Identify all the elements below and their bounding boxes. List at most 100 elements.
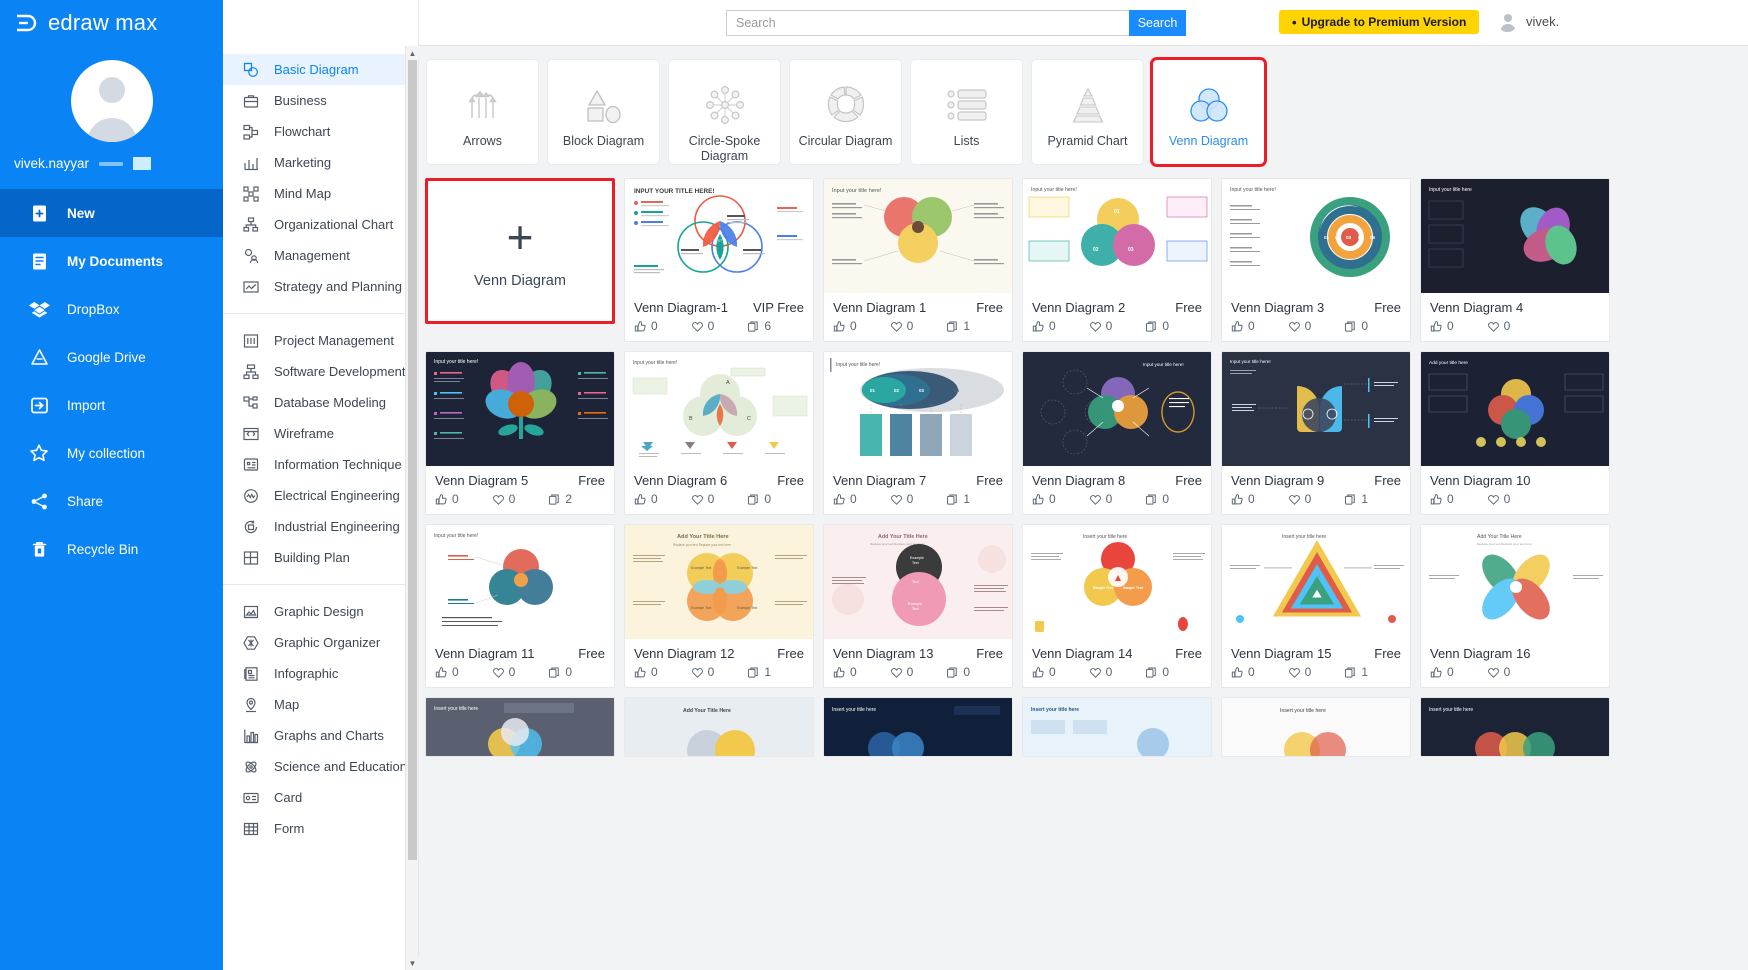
upgrade-premium-button[interactable]: • Upgrade to Premium Version — [1279, 10, 1480, 34]
type-card-pyramid-chart[interactable]: Pyramid Chart — [1032, 60, 1143, 164]
template-card[interactable]: Input your title here Venn Diagram 4 0 0 — [1420, 178, 1610, 342]
like-stat[interactable]: 0 — [634, 319, 691, 333]
template-card[interactable]: Input your title here! — [624, 351, 814, 515]
category-item-basic-diagram[interactable]: Basic Diagram — [223, 54, 418, 85]
template-card[interactable]: Insert your title here — [1420, 697, 1610, 757]
template-card[interactable]: Insert your title here Sample Text Sampl… — [1022, 524, 1212, 688]
favorite-stat[interactable]: 0 — [492, 492, 549, 506]
like-stat[interactable]: 0 — [634, 665, 691, 679]
favorite-stat[interactable]: 0 — [1288, 665, 1345, 679]
category-item-building-plan[interactable]: Building Plan — [223, 542, 418, 573]
category-item-wireframe[interactable]: Wireframe — [223, 418, 418, 449]
favorite-stat[interactable]: 0 — [1487, 492, 1544, 506]
sidebar-item-dropbox[interactable]: DropBox — [0, 285, 223, 333]
like-stat[interactable]: 0 — [1430, 319, 1487, 333]
like-stat[interactable]: 0 — [435, 492, 492, 506]
category-item-mind-map[interactable]: Mind Map — [223, 178, 418, 209]
favorite-stat[interactable]: 0 — [1089, 319, 1146, 333]
header-user-menu[interactable]: vivek. — [1497, 11, 1559, 32]
copies-stat[interactable]: 0 — [1145, 665, 1202, 679]
like-stat[interactable]: 0 — [1032, 492, 1089, 506]
template-card[interactable]: Input your title here! — [1221, 178, 1411, 342]
favorite-stat[interactable]: 0 — [1288, 319, 1345, 333]
copies-stat[interactable]: 0 — [1145, 492, 1202, 506]
avatar[interactable] — [70, 60, 153, 142]
like-stat[interactable]: 0 — [1032, 319, 1089, 333]
type-card-venn-diagram[interactable]: Venn Diagram — [1150, 57, 1267, 167]
favorite-stat[interactable]: 0 — [1487, 665, 1544, 679]
template-card[interactable]: Input your title here! 01 02 03 04 Venn … — [823, 351, 1013, 515]
favorite-stat[interactable]: 0 — [691, 665, 748, 679]
scroll-down-arrow[interactable]: ▼ — [406, 956, 419, 970]
copies-stat[interactable]: 0 — [548, 665, 605, 679]
like-stat[interactable]: 0 — [833, 665, 890, 679]
like-stat[interactable]: 0 — [1231, 665, 1288, 679]
copies-stat[interactable]: 1 — [747, 665, 804, 679]
favorite-stat[interactable]: 0 — [890, 319, 947, 333]
copies-stat[interactable]: 0 — [946, 665, 1003, 679]
copies-stat[interactable]: 1 — [1344, 665, 1401, 679]
type-card-circle-spoke-diagram[interactable]: Circle-Spoke Diagram — [669, 60, 780, 164]
category-item-graphic-organizer[interactable]: Graphic Organizer — [223, 627, 418, 658]
like-stat[interactable]: 0 — [1231, 492, 1288, 506]
template-card[interactable]: Insert your title here 123 Venn Diagram … — [1221, 524, 1411, 688]
copies-stat[interactable]: 6 — [747, 319, 804, 333]
template-card[interactable]: Insert your title here — [1221, 697, 1411, 757]
like-stat[interactable]: 0 — [1231, 319, 1288, 333]
brand-logo-area[interactable]: edraw max — [0, 0, 223, 46]
sidebar-item-my-documents[interactable]: My Documents — [0, 237, 223, 285]
sidebar-item-recycle-bin[interactable]: Recycle Bin — [0, 525, 223, 573]
sidebar-item-new[interactable]: New — [0, 189, 223, 237]
favorite-stat[interactable]: 0 — [1089, 665, 1146, 679]
copies-stat[interactable]: 0 — [1344, 319, 1401, 333]
template-card[interactable]: Add your title here Venn Diagram 10 0 0 — [1420, 351, 1610, 515]
category-item-information-technique[interactable]: Information Technique — [223, 449, 418, 480]
scrollbar-thumb[interactable] — [408, 60, 417, 860]
template-card[interactable]: Add Your Title Here — [624, 697, 814, 757]
category-item-science-and-education[interactable]: Science and Education — [223, 751, 418, 782]
category-item-map[interactable]: Map — [223, 689, 418, 720]
like-stat[interactable]: 0 — [1032, 665, 1089, 679]
category-item-marketing[interactable]: Marketing — [223, 147, 418, 178]
sidebar-item-google-drive[interactable]: Google Drive — [0, 333, 223, 381]
category-item-electrical-engineering[interactable]: Electrical Engineering — [223, 480, 418, 511]
type-card-block-diagram[interactable]: Block Diagram — [548, 60, 659, 164]
copies-stat[interactable]: 1 — [1344, 492, 1401, 506]
category-item-software-development[interactable]: Software Development — [223, 356, 418, 387]
category-item-form[interactable]: Form — [223, 813, 418, 844]
category-item-flowchart[interactable]: Flowchart — [223, 116, 418, 147]
like-stat[interactable]: 0 — [833, 319, 890, 333]
type-card-lists[interactable]: Lists — [911, 60, 1022, 164]
search-button[interactable]: Search — [1129, 10, 1186, 36]
like-stat[interactable]: 0 — [1430, 665, 1487, 679]
favorite-stat[interactable]: 0 — [492, 665, 549, 679]
type-card-arrows[interactable]: Arrows — [427, 60, 538, 164]
sidebar-item-import[interactable]: Import — [0, 381, 223, 429]
category-item-strategy-and-planning[interactable]: Strategy and Planning — [223, 271, 418, 302]
template-card[interactable]: Input your title here! — [425, 524, 615, 688]
category-item-organizational-chart[interactable]: Organizational Chart — [223, 209, 418, 240]
template-card[interactable]: INPUT YOUR TITLE HERE! TEXT Venn Diagram… — [624, 178, 814, 342]
category-item-business[interactable]: Business — [223, 85, 418, 116]
copies-stat[interactable]: 0 — [1145, 319, 1202, 333]
template-card[interactable]: Input your title here! — [823, 178, 1013, 342]
template-card[interactable]: Add Your Title Here Replace your text Re… — [1420, 524, 1610, 688]
favorite-stat[interactable]: 0 — [691, 319, 748, 333]
favorite-stat[interactable]: 0 — [1288, 492, 1345, 506]
template-card[interactable]: Input your title here! — [425, 351, 615, 515]
sidebar-item-my-collection[interactable]: My collection — [0, 429, 223, 477]
copies-stat[interactable]: 1 — [946, 319, 1003, 333]
template-card[interactable]: Add Your Title Here Replace your text Re… — [624, 524, 814, 688]
sidebar-item-share[interactable]: Share — [0, 477, 223, 525]
favorite-stat[interactable]: 0 — [890, 665, 947, 679]
copies-stat[interactable]: 1 — [946, 492, 1003, 506]
category-item-project-management[interactable]: Project Management — [223, 325, 418, 356]
category-item-graphic-design[interactable]: Graphic Design — [223, 596, 418, 627]
like-stat[interactable]: 0 — [435, 665, 492, 679]
type-card-circular-diagram[interactable]: Circular Diagram — [790, 60, 901, 164]
new-venn-diagram-card[interactable]: + Venn Diagram — [425, 178, 615, 324]
like-stat[interactable]: 0 — [1430, 492, 1487, 506]
favorite-stat[interactable]: 0 — [1487, 319, 1544, 333]
category-item-graphs-and-charts[interactable]: Graphs and Charts — [223, 720, 418, 751]
template-card[interactable]: Input your title here! — [1221, 351, 1411, 515]
